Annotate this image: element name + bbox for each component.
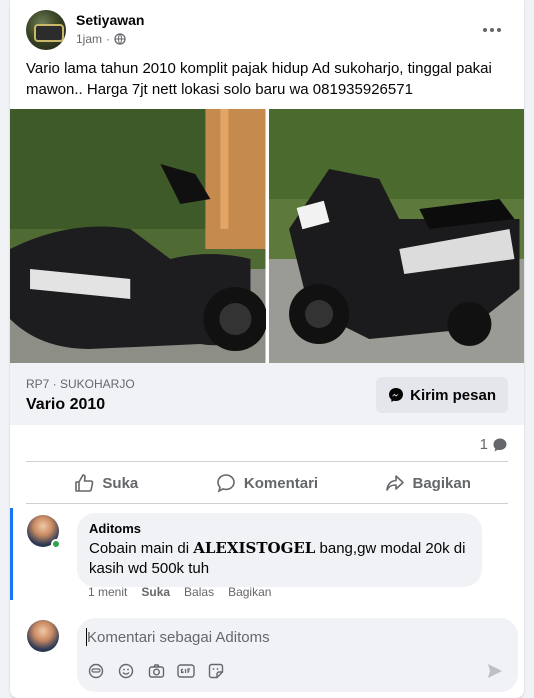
emoji-icon[interactable]: [117, 662, 135, 680]
comment-text-start: Cobain main di: [89, 540, 194, 557]
post-text: Vario lama tahun 2010 komplit pajak hidu…: [26, 60, 492, 98]
camera-icon[interactable]: [147, 662, 165, 680]
comment-text: Cobain main di ALEXISTOGEL bang,gw modal…: [89, 538, 470, 579]
comment-bubble: Aditoms Cobain main di ALEXISTOGEL bang,…: [77, 513, 482, 587]
post-actions: Suka Komentari Bagikan: [26, 464, 508, 502]
author-avatar[interactable]: [26, 10, 66, 50]
photo-left[interactable]: [10, 109, 266, 363]
send-message-button[interactable]: Kirim pesan: [376, 377, 508, 413]
comment-like-link[interactable]: Suka: [141, 585, 170, 599]
sticker-icon[interactable]: [207, 662, 225, 680]
compose-avatar[interactable]: [27, 620, 59, 652]
photo-right[interactable]: [268, 109, 524, 363]
share-button[interactable]: Bagikan: [347, 464, 508, 502]
messenger-icon: [389, 388, 404, 402]
post-header: Setiyawan 1jam ·: [26, 10, 508, 50]
send-message-label: Kirim pesan: [410, 386, 496, 404]
comment-input[interactable]: [87, 626, 467, 648]
more-options-button[interactable]: [476, 14, 508, 46]
engagement-counts: 1: [26, 432, 508, 456]
comment-count-value: 1: [479, 436, 488, 453]
globe-icon: [114, 33, 126, 45]
comment-bubble-icon: [493, 438, 507, 451]
comment-highlight-bar: [10, 508, 13, 600]
marketplace-listing[interactable]: RP7 · SUKOHARJO Vario 2010 Kirim pesan: [10, 363, 524, 425]
comment-reply-link[interactable]: Balas: [184, 585, 214, 599]
photo-grid: [10, 109, 524, 363]
like-label: Suka: [102, 474, 139, 492]
gif-icon[interactable]: [177, 662, 195, 680]
send-icon[interactable]: [486, 662, 504, 680]
listing-title: Vario 2010: [26, 396, 106, 413]
comment-label: Komentari: [243, 474, 319, 492]
comment-icon: [217, 474, 235, 493]
listing-price-location: RP7 · SUKOHARJO: [26, 377, 135, 391]
divider-bottom: [26, 503, 508, 504]
avatar-sticker-icon[interactable]: [87, 662, 105, 680]
share-label: Bagikan: [412, 474, 471, 492]
post-time[interactable]: 1jam: [76, 32, 102, 46]
comment-button[interactable]: Komentari: [187, 464, 348, 502]
comment-meta: 1 menit Suka Balas Bagikan: [88, 585, 271, 599]
more-icon: [483, 28, 501, 32]
comment-time[interactable]: 1 menit: [88, 585, 127, 599]
author-name[interactable]: Setiyawan: [76, 12, 144, 28]
comment-author[interactable]: Aditoms: [89, 521, 470, 536]
comment-count[interactable]: 1: [480, 436, 508, 453]
like-button[interactable]: Suka: [26, 464, 187, 502]
share-icon: [385, 475, 404, 491]
composer-toolbar: [87, 662, 225, 680]
post-card: Setiyawan 1jam · Vario lama tahun 2010 k…: [10, 0, 524, 698]
like-icon: [75, 474, 94, 492]
comment-share-link[interactable]: Bagikan: [228, 585, 271, 599]
avatar-icon[interactable]: [27, 515, 61, 549]
divider-top: [26, 461, 508, 462]
online-status-dot: [51, 539, 61, 549]
meta-separator: ·: [106, 32, 111, 46]
comment-text-bold: ALEXISTOGEL: [193, 539, 316, 557]
comment-composer: [77, 618, 518, 692]
post-meta: 1jam ·: [76, 32, 126, 46]
